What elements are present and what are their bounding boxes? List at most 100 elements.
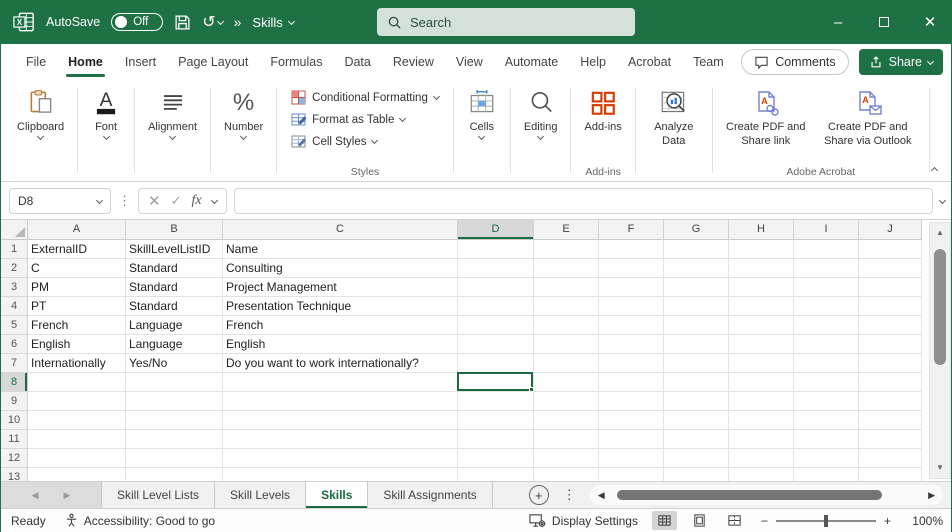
cell-D7[interactable] [458, 354, 534, 373]
cell-B4[interactable]: Standard [126, 297, 223, 316]
cell-D1[interactable] [458, 240, 534, 259]
cancel-button[interactable]: ✕ [148, 192, 161, 210]
row-header-4[interactable]: 4 [1, 297, 28, 316]
cell-H1[interactable] [729, 240, 794, 259]
cell-E7[interactable] [534, 354, 599, 373]
scroll-left-button[interactable]: ◀ [598, 490, 605, 501]
column-header-a[interactable]: A [28, 220, 126, 240]
cell-J5[interactable] [859, 316, 922, 335]
ribbon-tab-automate[interactable]: Automate [494, 44, 570, 80]
sheet-tab-skill-levels[interactable]: Skill Levels [215, 482, 306, 508]
cell-D13[interactable] [458, 468, 534, 481]
cell-H7[interactable] [729, 354, 794, 373]
cell-H10[interactable] [729, 411, 794, 430]
row-header-12[interactable]: 12 [1, 449, 28, 468]
row-header-2[interactable]: 2 [1, 259, 28, 278]
cell-F12[interactable] [599, 449, 664, 468]
cell-I3[interactable] [794, 278, 859, 297]
cell-A7[interactable]: Internationally [28, 354, 126, 373]
share-button[interactable]: Share [859, 49, 943, 75]
cell-D11[interactable] [458, 430, 534, 449]
cell-H2[interactable] [729, 259, 794, 278]
cell-G11[interactable] [664, 430, 729, 449]
horizontal-scroll-track[interactable] [611, 489, 922, 501]
cell-H11[interactable] [729, 430, 794, 449]
cell-I7[interactable] [794, 354, 859, 373]
cell-C12[interactable] [223, 449, 458, 468]
cell-C2[interactable]: Consulting [223, 259, 458, 278]
cell-J7[interactable] [859, 354, 922, 373]
cell-B6[interactable]: Language [126, 335, 223, 354]
cell-D2[interactable] [458, 259, 534, 278]
cell-B9[interactable] [126, 392, 223, 411]
cell-G12[interactable] [664, 449, 729, 468]
cell-F5[interactable] [599, 316, 664, 335]
close-button[interactable]: ✕ [907, 0, 952, 44]
cell-C4[interactable]: Presentation Technique [223, 297, 458, 316]
column-header-f[interactable]: F [599, 220, 664, 240]
cell-E4[interactable] [534, 297, 599, 316]
active-cell-selection[interactable] [457, 372, 533, 391]
create-pdf-share-outlook-button[interactable]: A Create PDF and Share via Outlook [813, 86, 923, 151]
cell-I12[interactable] [794, 449, 859, 468]
ribbon-tab-page-layout[interactable]: Page Layout [167, 44, 259, 80]
cell-B8[interactable] [126, 373, 223, 392]
alignment-button[interactable]: Alignment [141, 86, 204, 141]
row-header-5[interactable]: 5 [1, 316, 28, 335]
ribbon-tab-insert[interactable]: Insert [114, 44, 167, 80]
zoom-slider[interactable] [776, 520, 876, 522]
cell-J10[interactable] [859, 411, 922, 430]
cell-D4[interactable] [458, 297, 534, 316]
row-header-11[interactable]: 11 [1, 430, 28, 449]
cell-B2[interactable]: Standard [126, 259, 223, 278]
cell-D10[interactable] [458, 411, 534, 430]
cell-H5[interactable] [729, 316, 794, 335]
cell-H6[interactable] [729, 335, 794, 354]
excel-app-icon[interactable]: X [13, 11, 35, 33]
save-button[interactable] [174, 14, 191, 31]
cell-J13[interactable] [859, 468, 922, 481]
cell-D5[interactable] [458, 316, 534, 335]
cell-E1[interactable] [534, 240, 599, 259]
cell-J1[interactable] [859, 240, 922, 259]
search-box[interactable]: Search [377, 8, 635, 36]
fill-handle[interactable] [529, 387, 534, 392]
sheet-nav-left-button[interactable]: ◀ [32, 490, 39, 501]
cell-H12[interactable] [729, 449, 794, 468]
page-break-view-button[interactable] [722, 511, 747, 530]
row-header-8[interactable]: 8 [1, 373, 28, 392]
cell-G6[interactable] [664, 335, 729, 354]
name-box[interactable]: D8 [9, 188, 111, 214]
cell-F8[interactable] [599, 373, 664, 392]
cell-C5[interactable]: French [223, 316, 458, 335]
formula-input[interactable] [234, 188, 933, 214]
cell-J12[interactable] [859, 449, 922, 468]
cell-H13[interactable] [729, 468, 794, 481]
cell-G8[interactable] [664, 373, 729, 392]
display-settings-button[interactable]: Display Settings [529, 513, 638, 528]
sheet-tab-skills[interactable]: Skills [306, 482, 368, 508]
cell-C10[interactable] [223, 411, 458, 430]
dots-separator[interactable]: ⋮ [118, 193, 131, 209]
sheet-tab-skill-level-lists[interactable]: Skill Level Lists [101, 482, 215, 508]
cell-E9[interactable] [534, 392, 599, 411]
page-layout-view-button[interactable] [687, 511, 712, 530]
cell-E3[interactable] [534, 278, 599, 297]
insert-function-button[interactable]: fx [191, 193, 201, 209]
cell-F7[interactable] [599, 354, 664, 373]
cell-E12[interactable] [534, 449, 599, 468]
accessibility-status[interactable]: Accessibility: Good to go [64, 513, 215, 528]
cell-G9[interactable] [664, 392, 729, 411]
cell-E6[interactable] [534, 335, 599, 354]
cell-A13[interactable] [28, 468, 126, 481]
column-header-j[interactable]: J [859, 220, 922, 240]
ribbon-tab-data[interactable]: Data [333, 44, 381, 80]
undo-button[interactable]: ↺ [202, 12, 222, 32]
cell-styles-button[interactable]: Cell Styles [291, 134, 377, 149]
cell-I9[interactable] [794, 392, 859, 411]
cell-B10[interactable] [126, 411, 223, 430]
cell-B5[interactable]: Language [126, 316, 223, 335]
cell-D3[interactable] [458, 278, 534, 297]
cell-C1[interactable]: Name [223, 240, 458, 259]
cell-F1[interactable] [599, 240, 664, 259]
